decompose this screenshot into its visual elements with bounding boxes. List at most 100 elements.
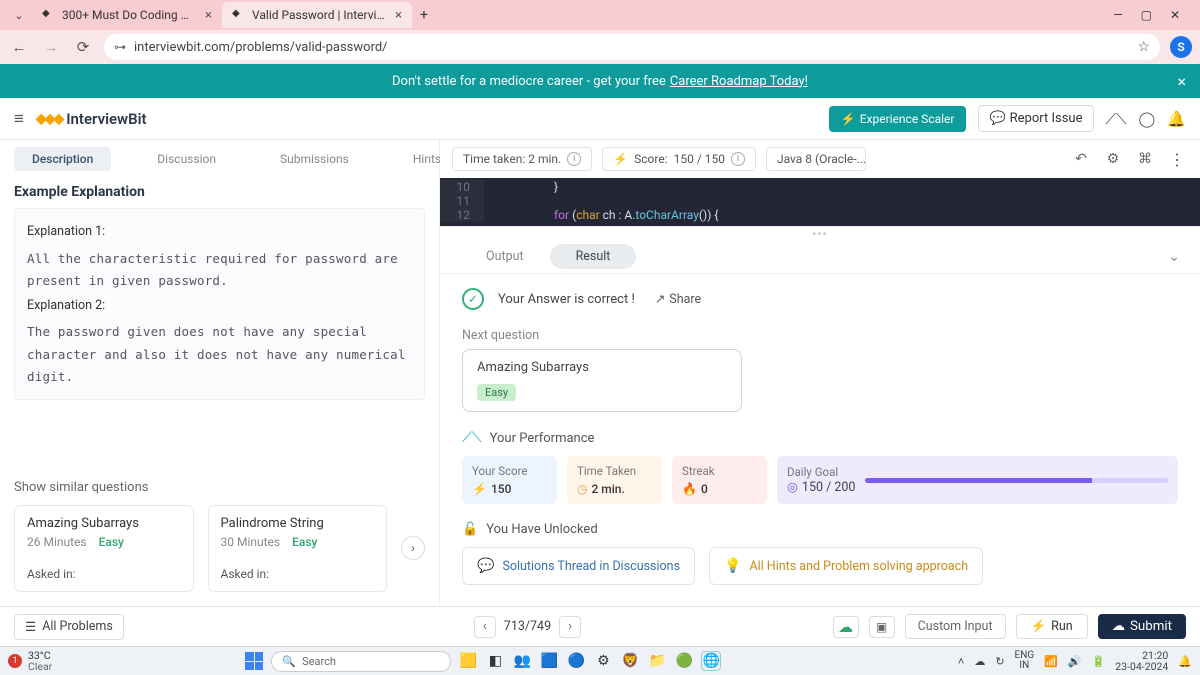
tab-dropdown-icon[interactable]: ⌄ <box>6 9 32 22</box>
tab-title: 300+ Must Do Coding Questio <box>62 8 195 22</box>
unlocked-solutions-card[interactable]: 💬 Solutions Thread in Discussions <box>462 547 695 585</box>
taskbar-search[interactable]: 🔍 Search <box>271 651 451 672</box>
code-text: } <box>484 180 1200 194</box>
similar-questions-label[interactable]: Show similar questions <box>14 480 425 495</box>
language-indicator[interactable]: ENG IN <box>1015 651 1035 672</box>
tab-close-icon[interactable]: × <box>205 8 212 23</box>
similar-next-icon[interactable]: › <box>401 536 425 560</box>
custom-input-button[interactable]: Custom Input <box>905 614 1006 639</box>
share-label: Share <box>669 292 701 307</box>
app-icon[interactable]: 🔵 <box>567 652 585 670</box>
browser-tab[interactable]: ◆ 300+ Must Do Coding Questio × <box>32 2 222 28</box>
app-icon[interactable]: ⚙ <box>594 652 612 670</box>
wifi-icon[interactable]: 📶 <box>1044 655 1058 668</box>
language-selector[interactable]: Java 8 (Oracle-... ⌄ <box>766 147 866 171</box>
taskbar-weather[interactable]: 1 33°C Clear <box>8 650 52 672</box>
lang-line2: IN <box>1015 661 1035 672</box>
battery-icon[interactable]: 🔋 <box>1092 655 1106 668</box>
app-icon[interactable]: 🟨 <box>459 652 477 670</box>
experience-scaler-label: Experience Scaler <box>860 112 955 126</box>
minimize-icon[interactable]: — <box>1113 8 1122 22</box>
favicon-icon: ◆ <box>232 8 246 22</box>
tab-description[interactable]: Description <box>14 147 111 171</box>
app-icon[interactable]: 🟢 <box>675 652 693 670</box>
time-taken-chip: Time taken: 2 min. i <box>452 147 592 171</box>
workspace: Description Discussion Submissions Hints… <box>0 140 1200 606</box>
run-button[interactable]: ⚡ Run <box>1016 614 1088 639</box>
line-number: 10 <box>440 180 484 194</box>
chevron-up-icon[interactable]: ˄ <box>958 655 964 668</box>
asked-in-label: Asked in: <box>27 567 181 581</box>
address-bar[interactable]: ⊶ interviewbit.com/problems/valid-passwo… <box>104 34 1160 60</box>
app-icon[interactable]: 👥 <box>513 652 531 670</box>
vertical-drag-handle-icon[interactable]: ••• <box>440 226 1200 240</box>
back-button[interactable]: ← <box>8 38 30 56</box>
app-icon[interactable]: 📁 <box>648 652 666 670</box>
output-tab[interactable]: Output <box>460 244 550 269</box>
app-icon[interactable]: 🟦 <box>540 652 558 670</box>
similar-cards: Amazing Subarrays 26 Minutes Easy Asked … <box>14 505 425 592</box>
app-icon[interactable]: 🦁 <box>621 652 639 670</box>
next-question-name: Amazing Subarrays <box>477 360 727 375</box>
forward-button[interactable]: → <box>40 38 62 56</box>
share-link[interactable]: ↗ Share <box>655 291 701 307</box>
maximize-icon[interactable]: ▢ <box>1141 8 1152 22</box>
pager-next-button[interactable]: › <box>559 616 581 638</box>
activity-icon[interactable]: ⟋⟍ <box>1106 110 1127 128</box>
similar-card[interactable]: Palindrome String 30 Minutes Easy Asked … <box>208 505 388 592</box>
sync-ok-icon[interactable]: ☁ <box>833 616 859 638</box>
new-tab-button[interactable]: + <box>412 7 436 23</box>
similar-name: Palindrome String <box>221 516 375 531</box>
onedrive-icon[interactable]: ☁ <box>974 655 985 668</box>
site-settings-icon[interactable]: ⊶ <box>114 40 126 54</box>
app-icon[interactable]: ◧ <box>486 652 504 670</box>
difficulty-badge: Easy <box>292 535 317 549</box>
similar-card[interactable]: Amazing Subarrays 26 Minutes Easy Asked … <box>14 505 194 592</box>
bookmark-icon[interactable]: ☆ <box>1137 39 1150 55</box>
result-body: ✓ Your Answer is correct ! ↗ Share Next … <box>440 274 1200 606</box>
report-issue-button[interactable]: 💬 Report Issue <box>978 105 1093 132</box>
explanation-2-text: The password given does not have any spe… <box>27 321 412 389</box>
terminal-icon[interactable]: ▣ <box>869 616 895 638</box>
result-tab[interactable]: Result <box>550 244 637 269</box>
next-question-card[interactable]: Amazing Subarrays Easy <box>462 349 742 412</box>
promo-close-icon[interactable]: × <box>1177 72 1186 91</box>
notifications-icon[interactable]: 🔔 <box>1178 655 1192 668</box>
tab-close-icon[interactable]: × <box>395 8 402 23</box>
browser-tab[interactable]: ◆ Valid Password | Interviewbit × <box>222 2 412 28</box>
more-icon[interactable]: ⋮ <box>1166 150 1188 169</box>
experience-scaler-button[interactable]: ⚡ Experience Scaler <box>829 106 967 132</box>
start-icon[interactable] <box>245 652 263 670</box>
profile-avatar[interactable]: S <box>1170 36 1192 58</box>
info-icon[interactable]: i <box>567 152 581 166</box>
unlocked-hints-card[interactable]: 💡 All Hints and Problem solving approach <box>709 547 983 585</box>
url-text: interviewbit.com/problems/valid-password… <box>134 40 388 55</box>
settings-icon[interactable]: ⚙ <box>1102 151 1124 167</box>
bolt-icon: ⚡ <box>613 152 628 166</box>
command-icon[interactable]: ⌘ <box>1134 151 1156 167</box>
unlocked-text: All Hints and Problem solving approach <box>749 559 968 574</box>
sync-icon[interactable]: ↻ <box>995 655 1004 668</box>
bell-icon[interactable]: 🔔 <box>1167 110 1186 128</box>
all-problems-button[interactable]: ☰ All Problems <box>14 614 124 640</box>
close-icon[interactable]: ✕ <box>1170 8 1180 22</box>
app-icon[interactable]: 🌐 <box>702 652 720 670</box>
taskbar-clock[interactable]: 21:20 23-04-2024 <box>1115 650 1168 672</box>
editor-toolbar: Time taken: 2 min. i ⚡ Score: 150 / 150 … <box>440 140 1200 178</box>
promo-link[interactable]: Career Roadmap Today! <box>670 74 808 89</box>
brand-logo[interactable]: ◆◆◆ InterviewBit <box>36 110 147 128</box>
reload-button[interactable]: ⟳ <box>72 38 94 56</box>
user-icon[interactable]: ◯ <box>1139 110 1156 128</box>
info-icon[interactable]: i <box>731 152 745 166</box>
tab-discussion[interactable]: Discussion <box>139 147 234 171</box>
tab-submissions[interactable]: Submissions <box>262 147 367 171</box>
volume-icon[interactable]: 🔊 <box>1068 655 1082 668</box>
submit-button[interactable]: ☁ Submit <box>1098 614 1186 639</box>
os-taskbar: 1 33°C Clear 🔍 Search 🟨 ◧ 👥 🟦 🔵 ⚙ 🦁 📁 🟢 … <box>0 646 1200 675</box>
problem-pager: ‹ 713/749 › <box>474 616 581 638</box>
undo-icon[interactable]: ↶ <box>1070 151 1092 167</box>
collapse-icon[interactable]: ⌄ <box>1168 249 1180 265</box>
hamburger-icon[interactable]: ≡ <box>14 109 24 129</box>
code-editor[interactable]: 10} 11 12for (char ch : A.toCharArray())… <box>440 178 1200 226</box>
pager-prev-button[interactable]: ‹ <box>474 616 496 638</box>
